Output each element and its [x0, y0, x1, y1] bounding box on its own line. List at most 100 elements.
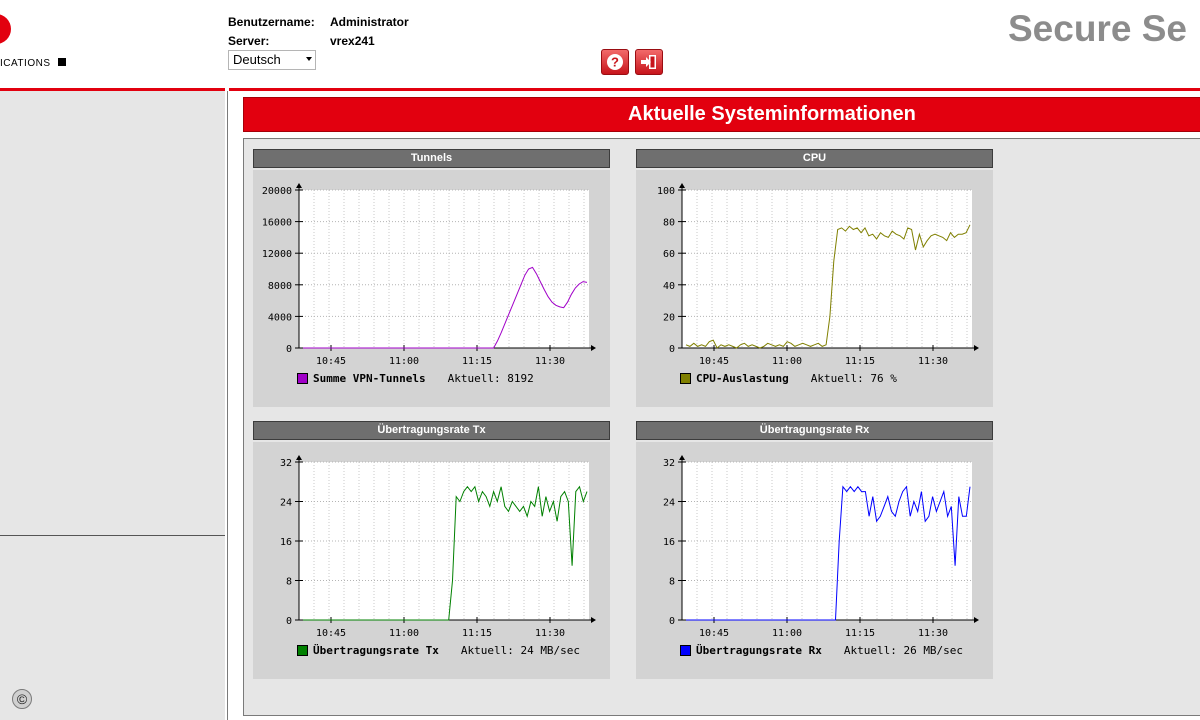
y-tick-label: 0	[286, 616, 292, 627]
x-axis-arrow-icon	[591, 617, 596, 623]
language-select-value: Deutsch	[233, 52, 281, 67]
legend-swatch	[680, 644, 691, 656]
y-tick-label: 60	[663, 249, 675, 260]
sidebar	[0, 91, 225, 720]
y-tick-label: 20000	[262, 186, 292, 197]
logo-square-icon	[58, 58, 66, 66]
y-tick-label: 24	[663, 498, 675, 509]
vertical-separator	[227, 91, 228, 720]
chart-legend: Summe VPN-Tunnels Aktuell: 8192	[297, 371, 534, 385]
y-tick-label: 8	[286, 577, 292, 588]
legend-name: Summe VPN-Tunnels	[313, 371, 426, 385]
x-tick-label: 11:00	[772, 356, 802, 367]
legend-swatch	[297, 372, 308, 384]
sidebar-divider	[0, 535, 225, 536]
y-tick-label: 40	[663, 281, 675, 292]
chart-body: 32 24 16 8 0 10:45 11:00 11:15 11:30 Übertragung…	[253, 442, 610, 679]
svg-text:?: ?	[611, 55, 619, 70]
chart-legend: CPU-Auslastung Aktuell: 76 %	[680, 371, 897, 385]
chevron-down-icon	[306, 57, 312, 61]
y-tick-label: 20	[663, 312, 675, 323]
x-tick-label: 11:30	[918, 628, 948, 639]
y-tick-label: 100	[657, 186, 675, 197]
y-axis-arrow-icon	[679, 183, 685, 188]
plot-background	[682, 190, 972, 348]
brand-title: Secure Se	[1008, 8, 1187, 49]
chart-body: 32 24 16 8 0 10:45 11:00 11:15 11:30 Übertragung…	[636, 442, 993, 679]
legend-current: Aktuell: 76 %	[810, 371, 897, 385]
y-tick-label: 16	[663, 537, 675, 548]
chart-rx: Übertragungsrate Rx 32 24 16 8 0 10:45 11:00 11…	[636, 421, 993, 679]
server-label: Server:	[228, 33, 270, 48]
x-tick-label: 11:15	[462, 628, 492, 639]
legend-swatch	[680, 372, 691, 384]
x-tick-label: 11:15	[462, 356, 492, 367]
chart-cpu: CPU 100 80 60 40 20 0 10:45 11:00 11:15 11:30 CPU…	[636, 149, 993, 407]
y-tick-label: 80	[663, 218, 675, 229]
server-value: vrex241	[330, 33, 375, 48]
y-tick-label: 0	[669, 616, 675, 627]
logo-icon	[0, 14, 11, 44]
x-tick-label: 11:30	[535, 356, 565, 367]
x-tick-label: 11:15	[845, 356, 875, 367]
y-tick-label: 12000	[262, 249, 292, 260]
chart-title: CPU	[636, 149, 993, 168]
page-title: Aktuelle Systeminformationen	[243, 97, 1200, 132]
legend-swatch	[297, 644, 308, 656]
x-tick-label: 11:15	[845, 628, 875, 639]
legend-current: Aktuell: 24 MB/sec	[460, 643, 581, 657]
x-tick-label: 10:45	[316, 356, 346, 367]
chart-legend: Übertragungsrate Rx Aktuell: 26 MB/sec	[680, 643, 963, 657]
chart-body: 100 80 60 40 20 0 10:45 11:00 11:15 11:30 CPU-Aus…	[636, 170, 993, 407]
legend-current: Aktuell: 8192	[447, 371, 534, 385]
y-tick-label: 0	[286, 344, 292, 355]
y-tick-label: 0	[669, 344, 675, 355]
x-tick-label: 11:00	[389, 628, 419, 639]
y-tick-label: 32	[280, 458, 292, 469]
language-select[interactable]: Deutsch	[228, 50, 316, 70]
y-tick-label: 4000	[268, 312, 292, 323]
plot-background	[299, 190, 589, 348]
x-tick-label: 10:45	[316, 628, 346, 639]
y-tick-label: 16	[280, 537, 292, 548]
x-axis-arrow-icon	[591, 345, 596, 351]
x-tick-label: 11:30	[535, 628, 565, 639]
x-axis-arrow-icon	[974, 617, 979, 623]
x-tick-label: 10:45	[699, 356, 729, 367]
legend-current: Aktuell: 26 MB/sec	[843, 643, 964, 657]
chart-title: Übertragungsrate Rx	[636, 421, 993, 440]
chart-title: Tunnels	[253, 149, 610, 168]
y-axis-arrow-icon	[679, 455, 685, 460]
app-window: ICATIONS Benutzername: Administrator Ser…	[0, 0, 1200, 720]
user-info: Benutzername: Administrator Server: vrex…	[228, 12, 409, 50]
y-tick-label: 16000	[262, 218, 292, 229]
x-tick-label: 11:30	[918, 356, 948, 367]
y-axis-arrow-icon	[296, 455, 302, 460]
x-axis-arrow-icon	[974, 345, 979, 351]
chart-body: 20000 16000 12000 8000 4000 0 10:45 11:00 11:15 1…	[253, 170, 610, 407]
y-axis-arrow-icon	[296, 183, 302, 188]
help-icon: ?	[607, 54, 623, 70]
x-tick-label: 10:45	[699, 628, 729, 639]
help-button[interactable]: ?	[601, 49, 629, 75]
legend-name: CPU-Auslastung	[696, 371, 789, 385]
copyright-icon[interactable]: ©	[12, 689, 32, 709]
chart-tunnels: Tunnels 20000 16000 12000 8000 4000 0 10:45 11:…	[253, 149, 610, 407]
y-tick-label: 8000	[268, 281, 292, 292]
y-tick-label: 24	[280, 498, 292, 509]
header-divider-right	[229, 88, 1200, 91]
legend-name: Übertragungsrate Tx	[313, 643, 439, 657]
legend-name: Übertragungsrate Rx	[696, 643, 822, 657]
logout-icon	[641, 55, 656, 69]
y-tick-label: 32	[663, 458, 675, 469]
logout-button[interactable]	[635, 49, 663, 75]
x-tick-label: 11:00	[389, 356, 419, 367]
chart-tx: Übertragungsrate Tx 32 24 16 8 0 10:45 11:00 11…	[253, 421, 610, 679]
username-value: Administrator	[330, 14, 409, 29]
y-tick-label: 8	[669, 577, 675, 588]
username-label: Benutzername:	[228, 14, 315, 29]
x-tick-label: 11:00	[772, 628, 802, 639]
logo-text: ICATIONS	[0, 58, 51, 69]
chart-legend: Übertragungsrate Tx Aktuell: 24 MB/sec	[297, 643, 580, 657]
chart-title: Übertragungsrate Tx	[253, 421, 610, 440]
